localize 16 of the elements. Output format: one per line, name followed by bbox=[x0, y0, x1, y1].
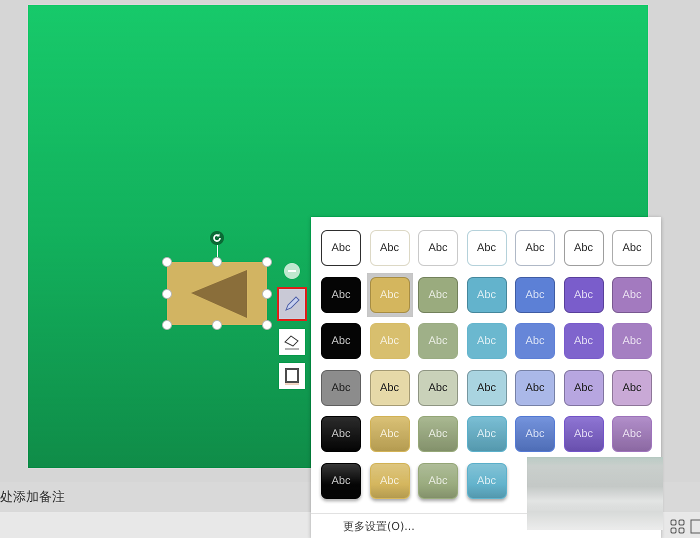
shape-outline-icon[interactable] bbox=[279, 363, 305, 389]
resize-handle[interactable] bbox=[162, 257, 172, 267]
resize-handle[interactable] bbox=[212, 320, 222, 330]
resize-handle[interactable] bbox=[262, 320, 272, 330]
page-view-icon[interactable] bbox=[690, 518, 700, 534]
resize-handle[interactable] bbox=[162, 288, 172, 298]
more-settings-item[interactable]: 更多设置(O)... bbox=[343, 518, 415, 534]
resize-handle[interactable] bbox=[212, 257, 222, 267]
rotate-handle-icon[interactable] bbox=[210, 231, 224, 245]
pen-icon[interactable] bbox=[277, 287, 307, 321]
notes-placeholder[interactable]: 处添加备注 bbox=[0, 488, 65, 506]
fill-bucket-icon[interactable] bbox=[279, 329, 305, 355]
grid-view-icon[interactable] bbox=[670, 518, 685, 534]
resize-handle[interactable] bbox=[262, 257, 272, 267]
collapse-icon[interactable] bbox=[284, 263, 300, 279]
resize-handle[interactable] bbox=[162, 320, 172, 330]
